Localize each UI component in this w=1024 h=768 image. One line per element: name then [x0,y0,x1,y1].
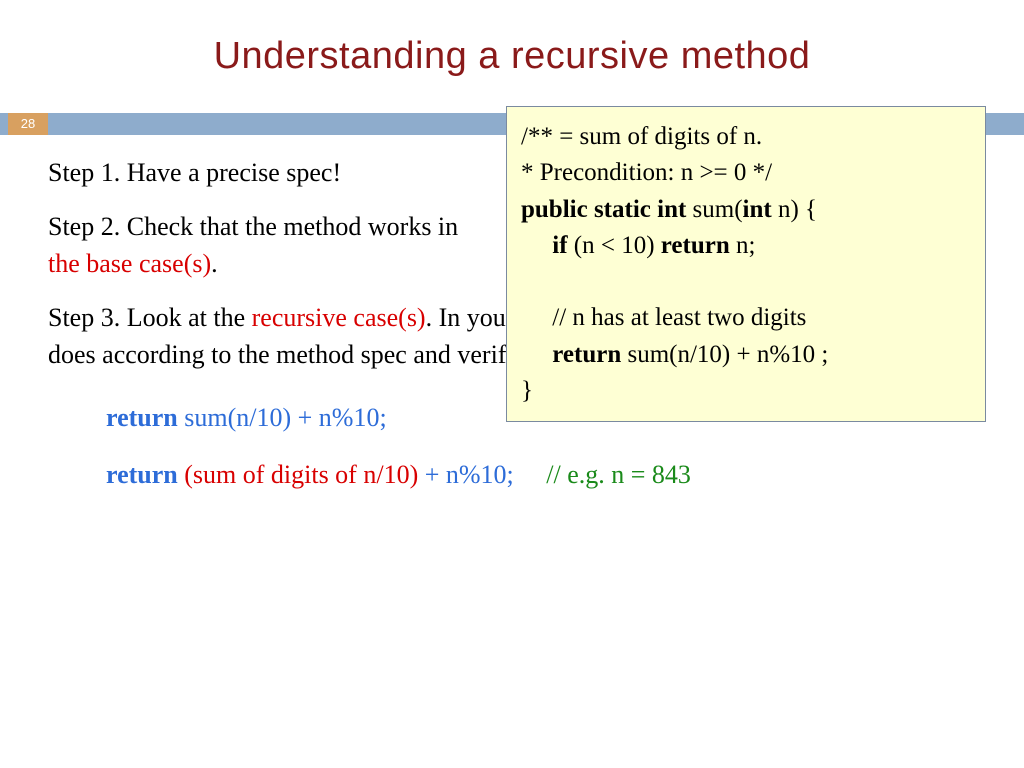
keyword: public static int [521,196,686,223]
highlight: the base case(s) [48,249,211,278]
code-line: * Precondition: n >= 0 */ [521,155,973,191]
keyword: return [106,460,178,489]
keyword: return [106,403,178,432]
keyword: int [743,196,772,223]
slide-number-badge: 28 [8,113,48,135]
code-text: (n < 10) [568,232,661,259]
code-line: return sum(n/10) + n%10 ; [521,337,973,373]
highlight: recursive case(s) [252,303,426,332]
code-line: public static int sum(int n) { [521,192,973,228]
code-line: /** = sum of digits of n. [521,119,973,155]
highlight: (sum of digits of n/10) [178,460,419,489]
code-text: n) { [772,196,817,223]
code-line: // n has at least two digits [521,300,973,336]
step-text: . [211,249,218,278]
comment: // n has at least two digits [552,304,806,331]
code-text: sum(n/10) + n%10 ; [621,341,828,368]
code-text: n; [730,232,756,259]
expr: + n%10; [418,460,514,489]
code-box: /** = sum of digits of n. * Precondition… [506,106,986,422]
step-text: Step 3. Look at the [48,303,252,332]
keyword: if [552,232,567,259]
expr: sum(n/10) + n%10; [178,403,387,432]
step-1: Step 1. Have a precise spec! [48,155,478,191]
keyword: return [661,232,730,259]
keyword: return [552,341,621,368]
comment: // e.g. n = 843 [546,460,691,489]
code-blank [521,264,973,300]
step-text: Step 2. Check that the method works in [48,212,458,241]
code-text: sum( [686,196,742,223]
example-line: return (sum of digits of n/10) + n%10; /… [106,452,976,499]
code-line: if (n < 10) return n; [521,228,973,264]
step-2: Step 2. Check that the method works in t… [48,209,478,282]
code-line: } [521,373,973,409]
slide-title: Understanding a recursive method [0,0,1024,78]
